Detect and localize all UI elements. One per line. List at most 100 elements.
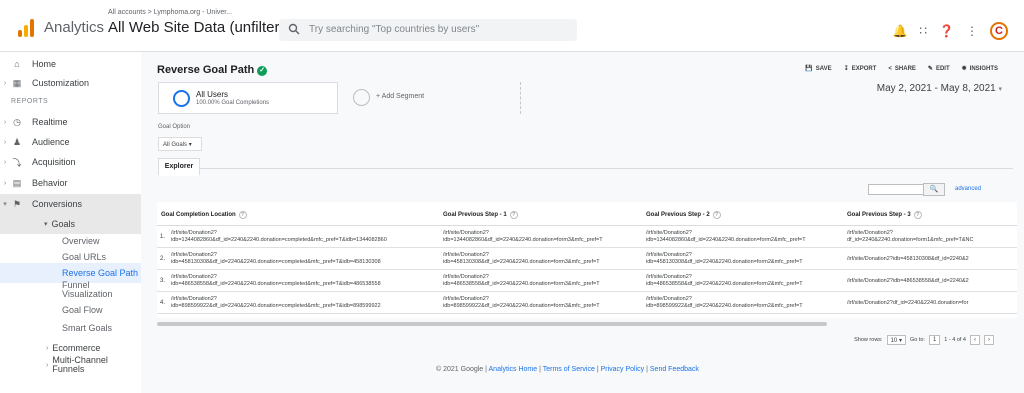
sidebar-item-goal-flow[interactable]: Goal Flow — [0, 300, 141, 320]
column-header-label: Goal Completion Location — [161, 212, 236, 218]
cell-line: /irf/site/Donation2?df_id=2240&2240.dona… — [847, 300, 969, 306]
footer: © 2021 Google | Analytics Home | Terms o… — [436, 366, 699, 373]
sidebar-item-customization[interactable]: › ▦ Customization — [0, 73, 141, 93]
insights-label: INSIGHTS — [969, 65, 998, 72]
search-icon: 🔍 — [929, 186, 939, 193]
cell-goal-completion-location[interactable]: /irf/site/Donation2? idb=486538558&df_id=… — [171, 274, 439, 288]
goal-option-select[interactable]: All Goals ▾ — [158, 137, 202, 151]
column-header-previous-step-2[interactable]: Goal Previous Step - 2? — [646, 211, 721, 219]
cell-line: idb=898599922&df_id=2240&2240.donation=f… — [646, 303, 803, 309]
cell-previous-step-2[interactable]: /irf/site/Donation2? idb=898599922&df_id=… — [646, 296, 844, 310]
cell-line: /irf/site/Donation2? — [171, 230, 217, 236]
sidebar-item-smart-goals[interactable]: Smart Goals — [0, 318, 141, 338]
goal-option-label: Goal Option — [158, 124, 191, 130]
sidebar-item-label: Goal URLs — [62, 252, 107, 262]
terms-link[interactable]: Terms of Service — [543, 366, 595, 373]
cell-previous-step-3[interactable]: /irf/site/Donation2?df_id=2240&2240.dona… — [847, 230, 1013, 244]
sidebar-item-label: Smart Goals — [62, 323, 113, 333]
cell-line: idb=486538558&df_id=2240&2240.donation=c… — [171, 281, 381, 287]
help-icon[interactable]: ? — [238, 211, 247, 219]
export-button[interactable]: ↧ EXPORT — [844, 65, 877, 73]
help-icon[interactable]: ? — [712, 211, 721, 219]
help-icon[interactable]: ? — [509, 211, 518, 219]
prev-page-button[interactable]: ‹ — [970, 335, 980, 345]
export-label: EXPORT — [851, 65, 877, 72]
cell-previous-step-2[interactable]: /irf/site/Donation2? idb=1344082860&df_id… — [646, 230, 844, 244]
cell-line: idb=898599922&df_id=2240&2240.donation=c… — [171, 303, 381, 309]
cell-line: idb=1344082860&df_id=2240&2240.donation=… — [646, 237, 806, 243]
chevron-down-icon: ▾ — [898, 338, 902, 344]
account-breadcrumb[interactable]: All accounts > Lymphoma.org - Univer... — [108, 9, 232, 16]
sidebar-item-realtime[interactable]: › ◷ Realtime — [0, 112, 141, 132]
column-header-previous-step-1[interactable]: Goal Previous Step - 1? — [443, 211, 518, 219]
column-header-label: Goal Previous Step - 1 — [443, 212, 507, 218]
verified-check-icon: ✓ — [257, 66, 268, 76]
column-header-label: Goal Previous Step - 3 — [847, 212, 911, 218]
sidebar-item-label: Customization — [32, 78, 90, 88]
filter-search-button[interactable]: 🔍 — [923, 183, 945, 196]
cell-line: idb=458130308&df_id=2240&2240.donation=c… — [171, 259, 381, 265]
privacy-link[interactable]: Privacy Policy — [601, 366, 645, 373]
home-icon: ⌂ — [14, 59, 20, 69]
cell-previous-step-2[interactable]: /irf/site/Donation2? idb=458130308&df_id=… — [646, 252, 844, 266]
chevron-down-icon: ▾ — [188, 142, 192, 148]
column-header-previous-step-3[interactable]: Goal Previous Step - 3? — [847, 211, 922, 219]
chevron-right-icon: › — [3, 79, 7, 87]
cell-goal-completion-location[interactable]: /irf/site/Donation2? idb=1344082860&df_id… — [171, 230, 439, 244]
help-icon[interactable]: ? — [913, 211, 922, 219]
cell-line: /irf/site/Donation2? — [847, 230, 893, 236]
insights-button[interactable]: ✹ INSIGHTS — [962, 65, 998, 73]
show-rows-select[interactable]: 10 ▾ — [886, 335, 906, 345]
notifications-icon[interactable]: 🔔 — [892, 25, 907, 37]
cell-previous-step-1[interactable]: /irf/site/Donation2? idb=458130308&df_id=… — [443, 252, 643, 266]
edit-button[interactable]: ✎ EDIT — [928, 65, 950, 73]
column-header-goal-completion-location[interactable]: Goal Completion Location? — [161, 211, 247, 219]
segment-name: All Users — [196, 90, 229, 99]
sidebar-item-conversions[interactable]: ▾ ⚑ Conversions — [0, 194, 141, 214]
apps-grid-icon[interactable]: ∷ — [919, 25, 927, 37]
cell-previous-step-1[interactable]: /irf/site/Donation2? idb=486538558&df_id=… — [443, 274, 643, 288]
person-icon: ♟ — [12, 136, 22, 147]
cell-previous-step-1[interactable]: /irf/site/Donation2? idb=898599922&df_id=… — [443, 296, 643, 310]
tab-explorer[interactable]: Explorer — [158, 158, 200, 176]
more-vert-icon[interactable]: ⋮ — [966, 25, 978, 37]
avatar[interactable]: C — [990, 22, 1008, 40]
next-page-button[interactable]: › — [984, 335, 994, 345]
cell-previous-step-3[interactable]: /irf/site/Donation2?idb=458130308&df_id=… — [847, 256, 1013, 263]
sidebar-item-acquisition[interactable]: › ⤵ Acquisition — [0, 152, 141, 172]
horizontal-scrollbar[interactable] — [157, 322, 827, 326]
table-filter-input[interactable] — [868, 184, 924, 195]
analytics-home-link[interactable]: Analytics Home — [489, 366, 538, 373]
page-title: Reverse Goal Path ✓ — [157, 64, 268, 76]
row-number: 1. — [160, 234, 166, 240]
save-button[interactable]: 💾 SAVE — [805, 65, 831, 73]
send-feedback-link[interactable]: Send Feedback — [650, 366, 699, 373]
sidebar-item-label: Conversions — [32, 199, 83, 209]
share-button[interactable]: < SHARE — [888, 65, 916, 72]
advanced-filter-link[interactable]: advanced — [955, 186, 981, 192]
cell-previous-step-3[interactable]: /irf/site/Donation2?idb=486538558&df_id=… — [847, 278, 1013, 285]
help-icon[interactable]: ❓ — [939, 25, 954, 37]
cell-previous-step-1[interactable]: /irf/site/Donation2? idb=1344082860&df_id… — [443, 230, 643, 244]
cell-line: idb=486538558&df_id=2240&2240.donation=f… — [646, 281, 803, 287]
segment-all-users[interactable]: All Users 100.00% Goal Completions — [158, 82, 338, 114]
sidebar-item-funnel-visualization[interactable]: Funnel Visualization — [0, 279, 141, 301]
cell-previous-step-3[interactable]: /irf/site/Donation2?df_id=2240&2240.dona… — [847, 300, 1013, 307]
sidebar-item-behavior[interactable]: › ▤ Behavior — [0, 173, 141, 193]
sidebar-item-label: Visualization — [62, 289, 113, 299]
analytics-logo[interactable] — [18, 19, 36, 37]
cell-goal-completion-location[interactable]: /irf/site/Donation2? idb=898599922&df_id=… — [171, 296, 439, 310]
cell-goal-completion-location[interactable]: /irf/site/Donation2? idb=458130308&df_id=… — [171, 252, 439, 266]
search-input[interactable]: Try searching "Top countries by users" — [279, 19, 577, 41]
add-segment-button[interactable]: + Add Segment — [346, 82, 521, 114]
cell-previous-step-2[interactable]: /irf/site/Donation2? idb=486538558&df_id=… — [646, 274, 844, 288]
sidebar-item-multi-channel-funnels[interactable]: › Multi-Channel Funnels — [0, 354, 141, 376]
add-segment-label: + Add Segment — [376, 93, 425, 100]
tab-divider — [158, 168, 1013, 169]
goto-input[interactable]: 1 — [928, 335, 941, 345]
sidebar-item-audience[interactable]: › ♟ Audience — [0, 132, 141, 152]
chevron-right-icon: › — [46, 361, 49, 369]
date-range-picker[interactable]: May 2, 2021 - May 8, 2021 ▾ — [877, 83, 1002, 94]
sidebar-item-home[interactable]: ⌂ Home — [0, 54, 141, 74]
cell-line: /irf/site/Donation2?idb=458130308&df_id=… — [847, 256, 969, 262]
